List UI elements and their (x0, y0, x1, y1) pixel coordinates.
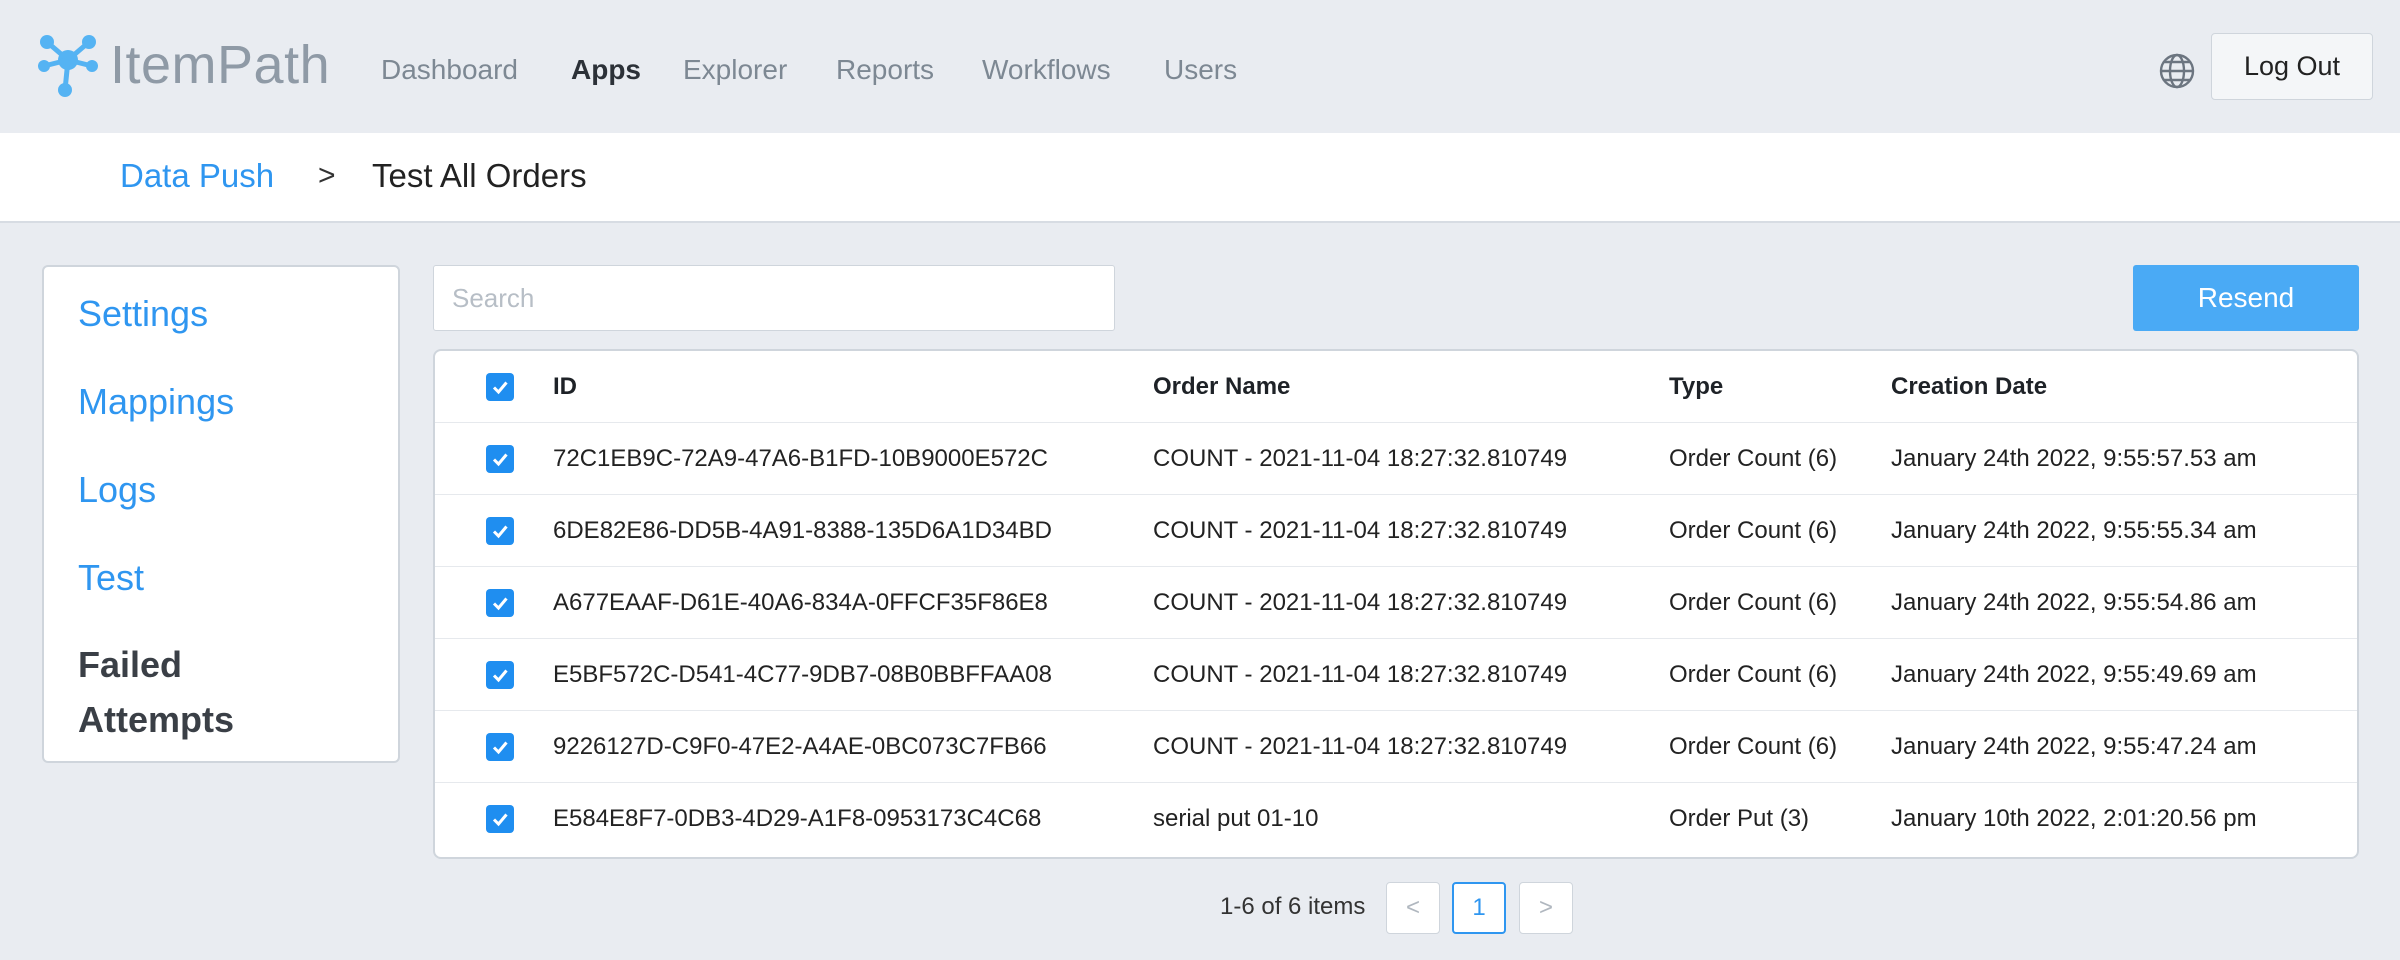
sidebar-item-test[interactable]: Test (44, 534, 398, 622)
chevron-right-icon: > (1538, 894, 1553, 921)
cell-order-name: COUNT - 2021-11-04 18:27:32.810749 (1153, 517, 1568, 544)
table-row[interactable]: E584E8F7-0DB3-4D29-A1F8-0953173C4C68 ser… (435, 783, 2357, 855)
resend-button[interactable]: Resend (2133, 265, 2359, 331)
cell-order-name: serial put 01-10 (1153, 805, 1319, 832)
checkmark-icon (492, 381, 508, 395)
row-select-cell (486, 711, 514, 783)
table-row[interactable]: E5BF572C-D541-4C77-9DB7-08B0BBFFAA08 COU… (435, 639, 2357, 711)
failed-attempts-table: ID Order Name Type Creation Date 72C1EB9… (433, 349, 2359, 859)
column-header-id[interactable]: ID (553, 351, 577, 423)
table-row[interactable]: 9226127D-C9F0-47E2-A4AE-0BC073C7FB66 COU… (435, 711, 2357, 783)
breadcrumb-separator: > (318, 159, 336, 192)
row-checkbox[interactable] (486, 517, 514, 545)
next-page-button[interactable]: > (1519, 882, 1573, 934)
cell-type: Order Count (6) (1669, 589, 1838, 616)
sidebar: Settings Mappings Logs Test Failed Attem… (42, 265, 400, 763)
checkmark-icon (492, 813, 508, 827)
previous-page-button[interactable]: < (1386, 882, 1440, 934)
top-navigation: ItemPath Dashboard Apps Explorer Reports… (0, 0, 2400, 133)
row-checkbox[interactable] (486, 445, 514, 473)
sidebar-item-mappings[interactable]: Mappings (44, 358, 398, 446)
row-select-cell (486, 567, 514, 639)
cell-creation-date: January 24th 2022, 9:55:47.24 am (1891, 733, 2257, 760)
chevron-left-icon: < (1405, 894, 1420, 921)
nav-users[interactable]: Users (1164, 54, 1237, 86)
table-row[interactable]: A677EAAF-D61E-40A6-834A-0FFCF35F86E8 COU… (435, 567, 2357, 639)
row-checkbox[interactable] (486, 661, 514, 689)
row-checkbox[interactable] (486, 589, 514, 617)
nav-workflows[interactable]: Workflows (982, 54, 1111, 86)
cell-order-name: COUNT - 2021-11-04 18:27:32.810749 (1153, 733, 1568, 760)
select-all-cell (486, 351, 514, 423)
row-select-cell (486, 639, 514, 711)
cell-id: 9226127D-C9F0-47E2-A4AE-0BC073C7FB66 (553, 733, 1047, 760)
row-select-cell (486, 495, 514, 567)
logout-button[interactable]: Log Out (2211, 33, 2373, 100)
column-header-order-name[interactable]: Order Name (1153, 351, 1290, 423)
nav-dashboard[interactable]: Dashboard (381, 54, 518, 86)
page-title: Test All Orders (372, 157, 587, 194)
cell-creation-date: January 10th 2022, 2:01:20.56 pm (1891, 805, 2257, 832)
cell-id: E5BF572C-D541-4C77-9DB7-08B0BBFFAA08 (553, 661, 1052, 688)
app-logo[interactable]: ItemPath (38, 30, 330, 100)
select-all-checkbox[interactable] (486, 373, 514, 401)
sidebar-item-settings[interactable]: Settings (44, 270, 398, 358)
cell-id: A677EAAF-D61E-40A6-834A-0FFCF35F86E8 (553, 589, 1048, 616)
row-select-cell (486, 783, 514, 855)
checkmark-icon (492, 741, 508, 755)
cell-id: E584E8F7-0DB3-4D29-A1F8-0953173C4C68 (553, 805, 1042, 832)
search-input[interactable] (433, 265, 1115, 331)
checkmark-icon (492, 453, 508, 467)
itempath-logo-icon (38, 35, 98, 97)
cell-type: Order Count (6) (1669, 661, 1838, 688)
column-header-type[interactable]: Type (1669, 351, 1723, 423)
page-number-button[interactable]: 1 (1452, 882, 1506, 934)
nav-explorer[interactable]: Explorer (683, 54, 787, 86)
cell-type: Order Count (6) (1669, 733, 1838, 760)
table-row[interactable]: 6DE82E86-DD5B-4A91-8388-135D6A1D34BD COU… (435, 495, 2357, 567)
table-header-row: ID Order Name Type Creation Date (435, 351, 2357, 423)
checkmark-icon (492, 597, 508, 611)
cell-order-name: COUNT - 2021-11-04 18:27:32.810749 (1153, 589, 1568, 616)
nav-reports[interactable]: Reports (836, 54, 934, 86)
cell-creation-date: January 24th 2022, 9:55:54.86 am (1891, 589, 2257, 616)
breadcrumb: Data Push > Test All Orders (0, 133, 2400, 223)
cell-id: 6DE82E86-DD5B-4A91-8388-135D6A1D34BD (553, 517, 1052, 544)
cell-creation-date: January 24th 2022, 9:55:55.34 am (1891, 517, 2257, 544)
cell-creation-date: January 24th 2022, 9:55:49.69 am (1891, 661, 2257, 688)
checkmark-icon (492, 669, 508, 683)
cell-order-name: COUNT - 2021-11-04 18:27:32.810749 (1153, 445, 1568, 472)
checkmark-icon (492, 525, 508, 539)
cell-type: Order Put (3) (1669, 805, 1810, 832)
cell-creation-date: January 24th 2022, 9:55:57.53 am (1891, 445, 2257, 472)
cell-order-name: COUNT - 2021-11-04 18:27:32.810749 (1153, 661, 1568, 688)
column-header-creation-date[interactable]: Creation Date (1891, 351, 2047, 423)
breadcrumb-parent-link[interactable]: Data Push (120, 157, 274, 195)
globe-icon[interactable] (2158, 52, 2196, 90)
sidebar-item-failed-attempts[interactable]: Failed Attempts (44, 621, 258, 761)
table-row[interactable]: 72C1EB9C-72A9-47A6-B1FD-10B9000E572C COU… (435, 423, 2357, 495)
cell-type: Order Count (6) (1669, 517, 1838, 544)
row-checkbox[interactable] (486, 733, 514, 761)
app-name: ItemPath (110, 35, 331, 95)
row-select-cell (486, 423, 514, 495)
nav-apps[interactable]: Apps (571, 54, 641, 86)
row-checkbox[interactable] (486, 805, 514, 833)
cell-type: Order Count (6) (1669, 445, 1838, 472)
cell-id: 72C1EB9C-72A9-47A6-B1FD-10B9000E572C (553, 445, 1048, 472)
pagination-summary: 1-6 of 6 items (1220, 893, 1366, 920)
sidebar-item-logs[interactable]: Logs (44, 446, 398, 534)
